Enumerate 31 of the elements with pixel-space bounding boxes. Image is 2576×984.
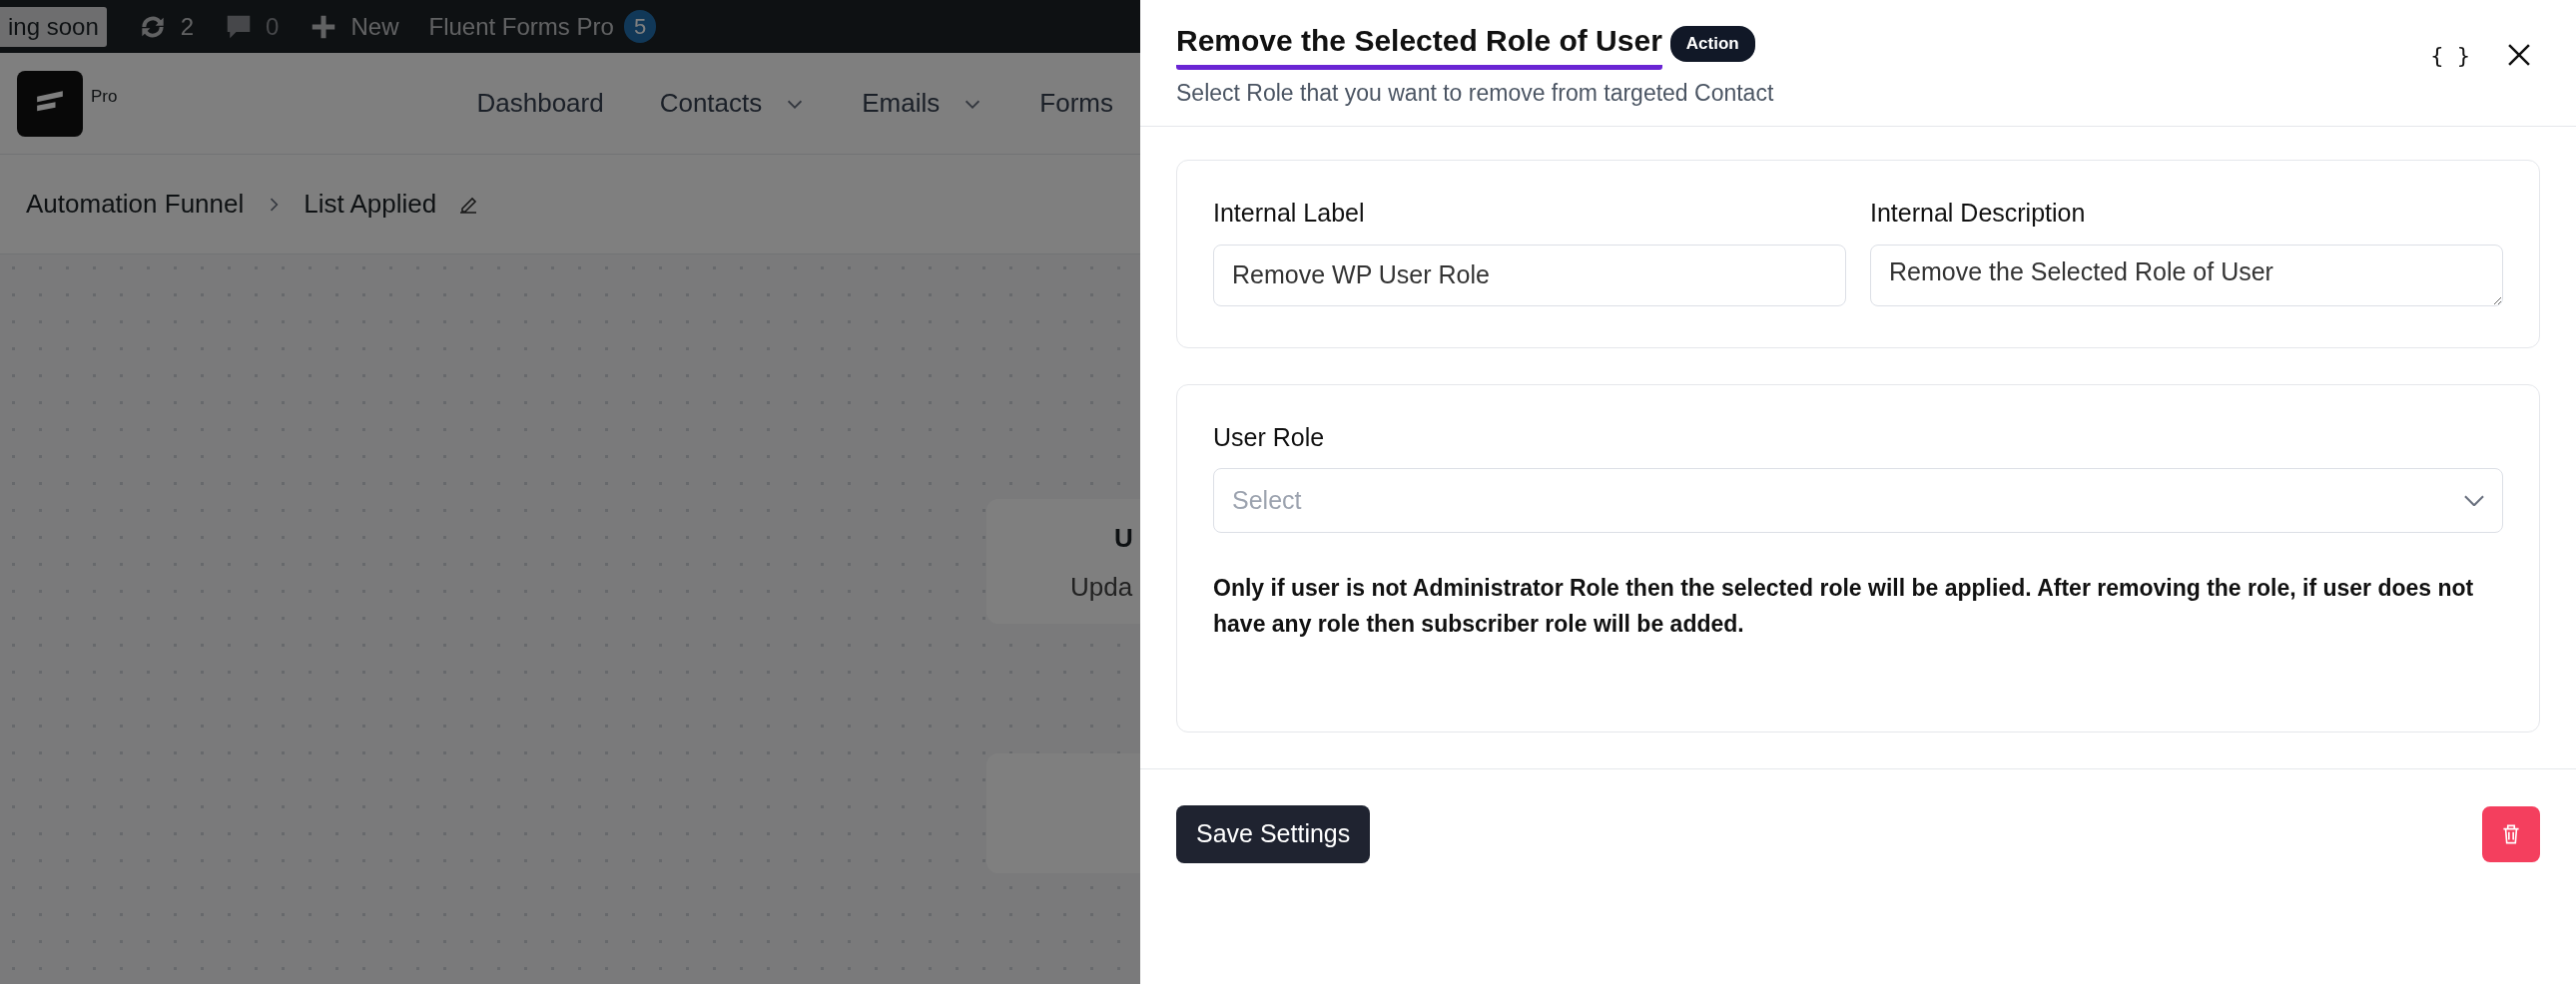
code-button[interactable]: { } <box>2426 34 2474 76</box>
node-title: U <box>1114 522 1134 555</box>
updates-count[interactable]: 2 <box>180 8 195 45</box>
input-field[interactable]: Remove WP User Role <box>1213 244 1846 306</box>
count-badge: 5 <box>623 10 657 43</box>
breadcrumb-item[interactable]: Automation Funnel <box>26 185 245 224</box>
new-link[interactable]: New <box>350 8 399 45</box>
logo-icon[interactable] <box>17 70 83 137</box>
nav-item[interactable]: Forms <box>1039 84 1113 123</box>
chevron-down-icon <box>2464 495 2484 506</box>
breadcrumb-item: List Applied <box>304 188 437 221</box>
nav-item[interactable]: Dashboard <box>476 84 604 123</box>
field-label: Internal Description <box>1870 198 2087 229</box>
save-button[interactable]: Save Settings <box>1176 805 1371 863</box>
drawer-title: Remove the Selected Role of User <box>1176 18 1662 70</box>
help-note: Only if user is not Administrator Role then the selected role will be applied. After removing the role, if user does not have any role then subscriber role will be added. <box>1213 574 2475 639</box>
action-tag: Action <box>1669 26 1755 62</box>
funnel-node[interactable]: U Upda <box>986 499 1140 624</box>
funnel-node[interactable] <box>986 753 1140 873</box>
coming-soon-badge[interactable]: ing soon <box>0 6 107 47</box>
nav-item[interactable]: Contacts <box>659 84 763 123</box>
text-area[interactable]: Remove the Selected Role of User <box>1870 244 2503 306</box>
field-label: User Role <box>1213 421 1326 453</box>
logo-label: Pro <box>91 85 118 108</box>
drawer-subtitle: Select Role that you want to remove from targeted Contact <box>1176 79 1774 108</box>
field-label: Internal Label <box>1213 198 1366 229</box>
node-subtitle: Upda <box>1070 571 1134 604</box>
plugin-link[interactable]: Fluent Forms Pro <box>428 8 614 45</box>
delete-button[interactable] <box>2482 806 2540 863</box>
select-field[interactable]: Select <box>1213 468 2503 533</box>
nav-item[interactable]: Emails <box>862 84 941 123</box>
